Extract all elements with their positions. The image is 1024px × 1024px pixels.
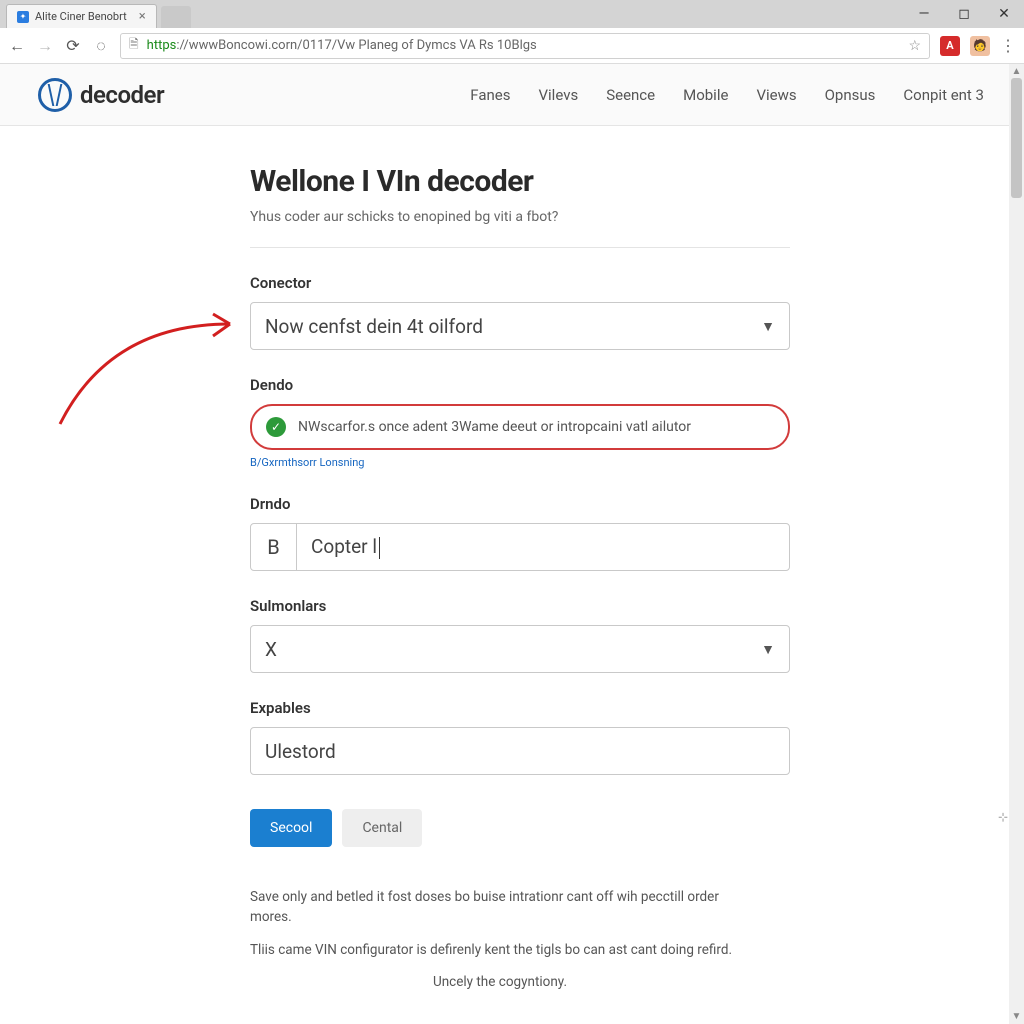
nav-item[interactable]: Fanes bbox=[470, 86, 510, 104]
nav-back-icon[interactable]: ← bbox=[8, 36, 26, 56]
site-header: decoder Fanes Vilevs Seence Mobile Views… bbox=[0, 64, 1024, 126]
nav-reload-icon[interactable]: ⟳ bbox=[64, 36, 82, 55]
nav-item[interactable]: Seence bbox=[606, 86, 655, 104]
logo-mark-icon bbox=[38, 78, 72, 112]
nav-item[interactable]: Vilevs bbox=[538, 86, 578, 104]
divider bbox=[250, 247, 790, 248]
extension-a-icon[interactable]: A bbox=[940, 36, 960, 56]
expables-input[interactable]: Ulestord bbox=[250, 727, 790, 775]
scroll-down-icon[interactable]: ▼ bbox=[1009, 1011, 1024, 1022]
window-maximize[interactable]: ◻ bbox=[944, 0, 984, 28]
footnote: Save only and betled it fost doses bo bu… bbox=[250, 887, 750, 992]
nav-home-icon[interactable]: ◌ bbox=[92, 36, 110, 56]
nav-forward-icon[interactable]: → bbox=[36, 36, 54, 56]
sulmonlars-label: Sulmonlars bbox=[250, 597, 790, 615]
drndo-value: Copter l bbox=[311, 535, 380, 559]
nav-item[interactable]: Opnsus bbox=[825, 86, 876, 104]
dendo-help-link[interactable]: B/Gxrmthsorr Lonsning bbox=[250, 456, 790, 469]
tab-title: Alite Ciner Benobrt bbox=[35, 10, 127, 23]
footnote-p2: Tliis came VIN configurator is defirenly… bbox=[250, 940, 750, 960]
dendo-label: Dendo bbox=[250, 376, 790, 394]
window-close[interactable]: ✕ bbox=[984, 0, 1024, 28]
scroll-thumb[interactable] bbox=[1011, 78, 1022, 198]
arrow-annotation bbox=[50, 264, 260, 434]
scroll-up-icon[interactable]: ▲ bbox=[1009, 66, 1024, 77]
dendo-value: NWscarfor.s once adent 3Wame deeut or in… bbox=[298, 419, 691, 435]
bookmark-star-icon[interactable]: ☆ bbox=[908, 38, 921, 54]
vertical-scrollbar[interactable]: ▲ ▼ bbox=[1009, 64, 1024, 1024]
browser-tab[interactable]: ✦ Alite Ciner Benobrt × bbox=[6, 4, 157, 28]
sulmonlars-select[interactable]: X ▼ bbox=[250, 625, 790, 673]
conector-value: Now cenfst dein 4t oilford bbox=[265, 315, 483, 338]
top-nav: Fanes Vilevs Seence Mobile Views Opnsus … bbox=[470, 86, 984, 104]
footnote-p3: Uncely the cogyntiony. bbox=[250, 972, 750, 992]
dendo-input[interactable]: ✓ NWscarfor.s once adent 3Wame deeut or … bbox=[250, 404, 790, 450]
chevron-down-icon: ▼ bbox=[761, 641, 775, 658]
check-icon: ✓ bbox=[266, 417, 286, 437]
resize-handle-icon[interactable]: ⊹ bbox=[998, 810, 1008, 824]
tab-strip: ✦ Alite Ciner Benobrt × bbox=[0, 0, 1024, 28]
conector-select[interactable]: Now cenfst dein 4t oilford ▼ bbox=[250, 302, 790, 350]
expables-value: Ulestord bbox=[265, 740, 336, 763]
address-bar-row: ← → ⟳ ◌ 🗎 https://wwwBoncowi.corn/0117/V… bbox=[0, 28, 1024, 64]
page-title: Wellone I VIn decoder bbox=[250, 164, 790, 199]
cancel-button[interactable]: Cental bbox=[342, 809, 422, 847]
tab-favicon: ✦ bbox=[17, 11, 29, 23]
extension-avatar-icon[interactable]: 🧑 bbox=[970, 36, 990, 56]
drndo-label: Drndo bbox=[250, 495, 790, 513]
browser-menu-icon[interactable]: ⋮ bbox=[1000, 36, 1016, 55]
address-input[interactable]: 🗎 https://wwwBoncowi.corn/0117/Vw Planeg… bbox=[120, 33, 930, 59]
new-tab-button[interactable] bbox=[161, 6, 191, 28]
drndo-input[interactable]: B Copter l bbox=[250, 523, 790, 571]
submit-button[interactable]: Secool bbox=[250, 809, 332, 847]
tab-close-icon[interactable]: × bbox=[139, 9, 146, 24]
chevron-down-icon: ▼ bbox=[761, 318, 775, 335]
logo[interactable]: decoder bbox=[38, 78, 164, 112]
footnote-p1: Save only and betled it fost doses bo bu… bbox=[250, 887, 750, 928]
lock-icon: 🗎 bbox=[129, 35, 139, 56]
nav-item[interactable]: Conpit ent 3 bbox=[903, 86, 984, 104]
expables-label: Expables bbox=[250, 699, 790, 717]
sulmonlars-value: X bbox=[265, 638, 277, 661]
conector-label: Conector bbox=[250, 274, 790, 292]
cancel-label: Cental bbox=[362, 820, 402, 836]
page-subtitle: Yhus coder aur schicks to enopined bg vi… bbox=[250, 209, 790, 225]
logo-text: decoder bbox=[80, 81, 164, 109]
url-rest: ://wwwBoncowi.corn/0117/Vw Planeg of Dym… bbox=[176, 38, 536, 53]
nav-item[interactable]: Views bbox=[756, 86, 796, 104]
window-minimize[interactable]: — bbox=[904, 0, 944, 28]
url-protocol: https bbox=[147, 38, 177, 53]
submit-label: Secool bbox=[270, 820, 312, 836]
drndo-prefix: B bbox=[251, 524, 297, 570]
nav-item[interactable]: Mobile bbox=[683, 86, 728, 104]
